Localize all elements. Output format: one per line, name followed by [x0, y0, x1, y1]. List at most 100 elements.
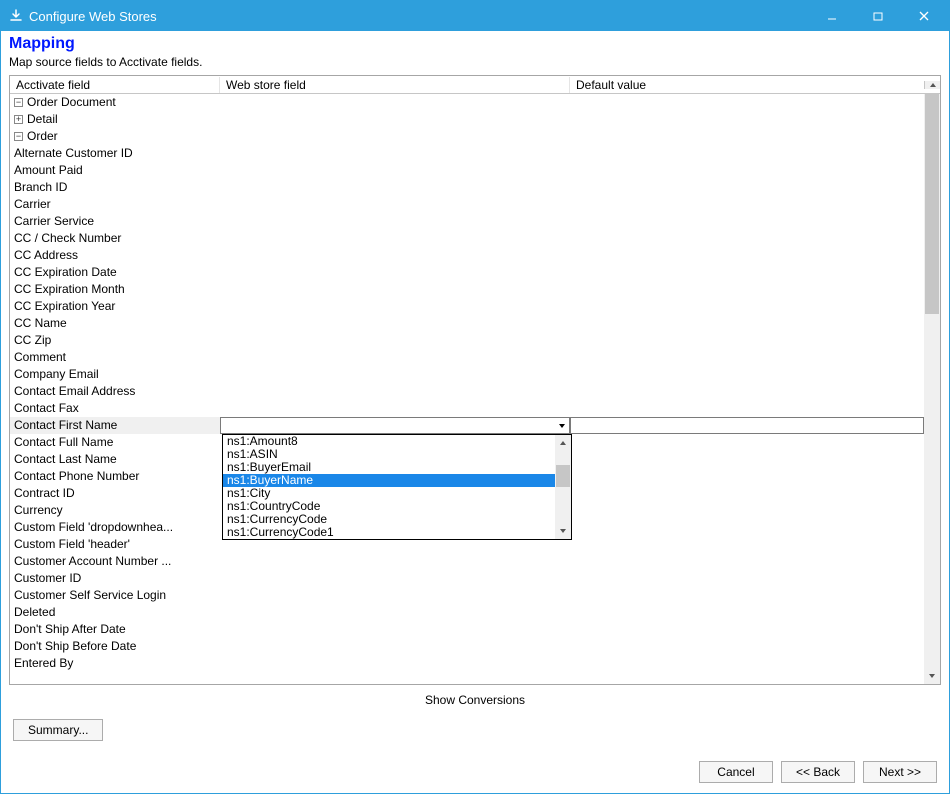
- tree-label: CC / Check Number: [14, 230, 121, 247]
- collapse-icon[interactable]: −: [14, 98, 23, 107]
- tree-label: Entered By: [14, 655, 73, 672]
- summary-button[interactable]: Summary...: [13, 719, 103, 741]
- tree-label: Customer ID: [14, 570, 81, 587]
- scroll-down-icon[interactable]: [924, 668, 940, 684]
- tree-row-field-0[interactable]: Alternate Customer ID: [10, 145, 924, 162]
- tree-label: CC Expiration Year: [14, 298, 115, 315]
- tree-row-field-12[interactable]: Comment: [10, 349, 924, 366]
- tree-label: CC Expiration Date: [14, 264, 117, 281]
- tree-label: Amount Paid: [14, 162, 83, 179]
- tree-row-field-25[interactable]: Customer ID: [10, 570, 924, 587]
- window-title: Configure Web Stores: [29, 9, 809, 24]
- grid-body: −Order Document+Detail−OrderAlternate Cu…: [10, 94, 940, 684]
- tree-label: Branch ID: [14, 179, 67, 196]
- dropdown-option[interactable]: ns1:CountryCode: [223, 500, 555, 513]
- tree-row-field-4[interactable]: Carrier Service: [10, 213, 924, 230]
- tree-label: Order: [27, 128, 58, 145]
- tree-row-field-30[interactable]: Entered By: [10, 655, 924, 672]
- tree-label: CC Expiration Month: [14, 281, 125, 298]
- scroll-up-arrow[interactable]: [924, 81, 940, 89]
- tree-row-field-14[interactable]: Contact Email Address: [10, 383, 924, 400]
- tree-row-field-3[interactable]: Carrier: [10, 196, 924, 213]
- tree-label: Carrier: [14, 196, 51, 213]
- tree-row-field-2[interactable]: Branch ID: [10, 179, 924, 196]
- tree-label: Alternate Customer ID: [14, 145, 133, 162]
- webstore-field-combo[interactable]: [220, 417, 570, 434]
- chevron-down-icon[interactable]: [553, 418, 569, 433]
- next-button[interactable]: Next >>: [863, 761, 937, 783]
- download-icon: [9, 9, 23, 23]
- dialog-window: Configure Web Stores Mapping Map source …: [0, 0, 950, 794]
- tree-row-field-10[interactable]: CC Name: [10, 315, 924, 332]
- dropdown-option[interactable]: ns1:ASIN: [223, 448, 555, 461]
- tree-label: Contact Fax: [14, 400, 79, 417]
- show-conversions-link[interactable]: Show Conversions: [425, 693, 525, 707]
- dropdown-scroll-thumb[interactable]: [556, 465, 570, 487]
- cancel-button[interactable]: Cancel: [699, 761, 773, 783]
- dropdown-option[interactable]: ns1:CurrencyCode: [223, 513, 555, 526]
- dropdown-scrollbar[interactable]: [555, 435, 571, 539]
- default-value-input[interactable]: [570, 417, 924, 434]
- page-header: Mapping Map source fields to Acctivate f…: [1, 31, 949, 75]
- tree-row-field-8[interactable]: CC Expiration Month: [10, 281, 924, 298]
- maximize-button[interactable]: [855, 1, 901, 31]
- combo-value[interactable]: [221, 418, 553, 433]
- tree-row-field-7[interactable]: CC Expiration Date: [10, 264, 924, 281]
- back-button[interactable]: << Back: [781, 761, 855, 783]
- tree-label: Order Document: [27, 94, 116, 111]
- column-header-default[interactable]: Default value: [570, 77, 924, 93]
- page-title: Mapping: [9, 35, 939, 53]
- tree-row-field-6[interactable]: CC Address: [10, 247, 924, 264]
- dropdown-option[interactable]: ns1:City: [223, 487, 555, 500]
- dialog-footer: Summary... Cancel << Back Next >>: [1, 713, 949, 793]
- show-conversions-row: Show Conversions: [1, 689, 949, 713]
- grid-header: Acctivate field Web store field Default …: [10, 76, 940, 94]
- expand-icon[interactable]: +: [14, 115, 23, 124]
- window-controls: [809, 1, 947, 31]
- dropdown-option[interactable]: ns1:BuyerName: [223, 474, 555, 487]
- tree-row-field-13[interactable]: Company Email: [10, 366, 924, 383]
- tree-label: Detail: [27, 111, 58, 128]
- scroll-up-icon[interactable]: [555, 435, 571, 451]
- column-header-acctivate[interactable]: Acctivate field: [10, 77, 220, 93]
- tree-label: Contact Email Address: [14, 383, 135, 400]
- scroll-down-icon[interactable]: [555, 523, 571, 539]
- tree-row-field-15[interactable]: Contact Fax: [10, 400, 924, 417]
- tree-label: Don't Ship After Date: [14, 621, 126, 638]
- tree-label: Contract ID: [14, 485, 75, 502]
- tree-row-field-9[interactable]: CC Expiration Year: [10, 298, 924, 315]
- tree-label: Deleted: [14, 604, 55, 621]
- tree-label: Custom Field 'dropdownhea...: [14, 519, 173, 536]
- tree-label: Contact Phone Number: [14, 468, 139, 485]
- close-button[interactable]: [901, 1, 947, 31]
- grid-vertical-scrollbar[interactable]: [924, 94, 940, 684]
- tree-label: Customer Account Number ...: [14, 553, 171, 570]
- tree-label: CC Zip: [14, 332, 51, 349]
- tree-row-field-16[interactable]: Contact First Name: [10, 417, 924, 434]
- tree-row-field-5[interactable]: CC / Check Number: [10, 230, 924, 247]
- tree-row-field-1[interactable]: Amount Paid: [10, 162, 924, 179]
- tree-row-field-27[interactable]: Deleted: [10, 604, 924, 621]
- dropdown-option[interactable]: ns1:Amount8: [223, 435, 555, 448]
- minimize-button[interactable]: [809, 1, 855, 31]
- tree-row-root[interactable]: −Order Document: [10, 94, 924, 111]
- tree-row-field-28[interactable]: Don't Ship After Date: [10, 621, 924, 638]
- tree-row-detail[interactable]: + Detail: [10, 111, 924, 128]
- title-bar[interactable]: Configure Web Stores: [1, 1, 949, 31]
- dropdown-option[interactable]: ns1:BuyerEmail: [223, 461, 555, 474]
- dropdown-option[interactable]: ns1:CurrencyCode1: [223, 526, 555, 539]
- tree-row-field-26[interactable]: Customer Self Service Login: [10, 587, 924, 604]
- tree-row-field-29[interactable]: Don't Ship Before Date: [10, 638, 924, 655]
- column-header-webstore[interactable]: Web store field: [220, 77, 570, 93]
- tree-label: Contact First Name: [14, 417, 117, 434]
- tree-row-field-11[interactable]: CC Zip: [10, 332, 924, 349]
- tree-row-field-24[interactable]: Customer Account Number ...: [10, 553, 924, 570]
- tree-label: Contact Full Name: [14, 434, 113, 451]
- tree-label: Currency: [14, 502, 63, 519]
- tree-label: Contact Last Name: [14, 451, 117, 468]
- collapse-icon[interactable]: −: [14, 132, 23, 141]
- tree-row-order[interactable]: −Order: [10, 128, 924, 145]
- grid-scroll-thumb[interactable]: [925, 94, 939, 314]
- field-tree: −Order Document+Detail−OrderAlternate Cu…: [10, 94, 924, 672]
- webstore-field-dropdown[interactable]: ns1:Amount8ns1:ASINns1:BuyerEmailns1:Buy…: [222, 434, 572, 540]
